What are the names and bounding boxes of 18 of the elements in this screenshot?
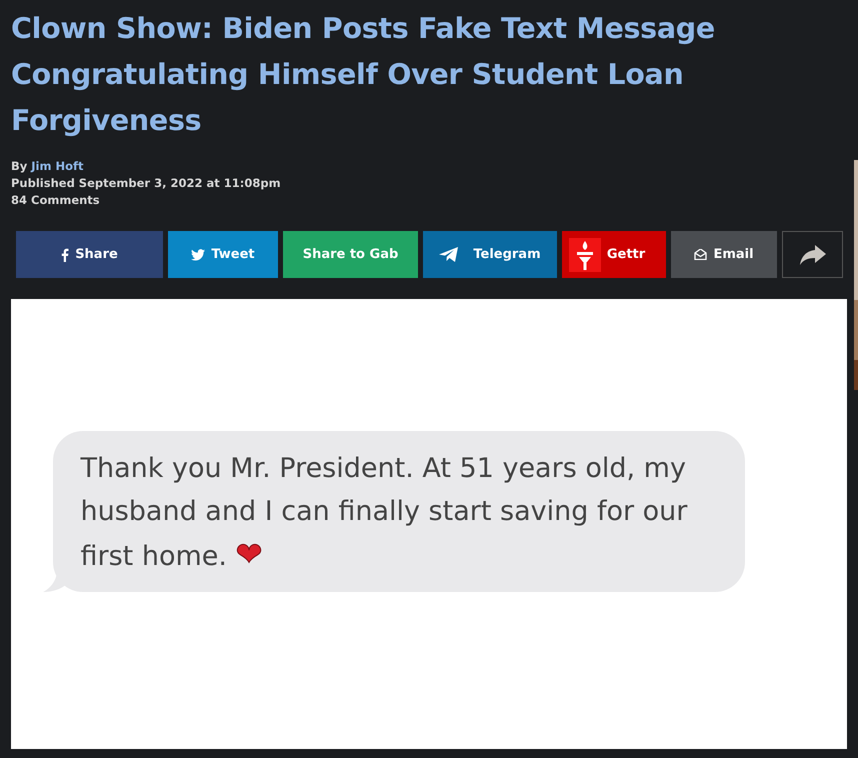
paper-plane-icon bbox=[439, 246, 460, 262]
share-button[interactable]: Share bbox=[16, 231, 163, 278]
author-link[interactable]: Jim Hoft bbox=[31, 159, 84, 173]
share-button[interactable]: Email bbox=[671, 231, 777, 278]
byline-label: By bbox=[11, 159, 28, 173]
bird-icon bbox=[191, 248, 206, 260]
torch-icon bbox=[568, 238, 601, 272]
share-arrow-icon bbox=[800, 244, 826, 264]
message-text: Thank you Mr. President. At 51 years old, my husband and I can finally start saving for our first home. ❤ bbox=[80, 453, 688, 572]
comment-count[interactable]: 84 Comments bbox=[11, 192, 848, 209]
share-button[interactable]: Telegram bbox=[423, 231, 557, 278]
facebook-icon bbox=[61, 248, 70, 262]
publish-date: Published September 3, 2022 at 11:08pm bbox=[11, 175, 282, 192]
more-share-button[interactable] bbox=[782, 231, 843, 278]
share-button[interactable]: Gettr bbox=[562, 231, 666, 278]
article-title: Clown Show: Biden Posts Fake Text Message Congratulating Himself Over Student Loan Forgiveness bbox=[11, 11, 716, 139]
envelope-icon bbox=[694, 249, 708, 260]
share-button[interactable]: Tweet bbox=[168, 231, 278, 278]
